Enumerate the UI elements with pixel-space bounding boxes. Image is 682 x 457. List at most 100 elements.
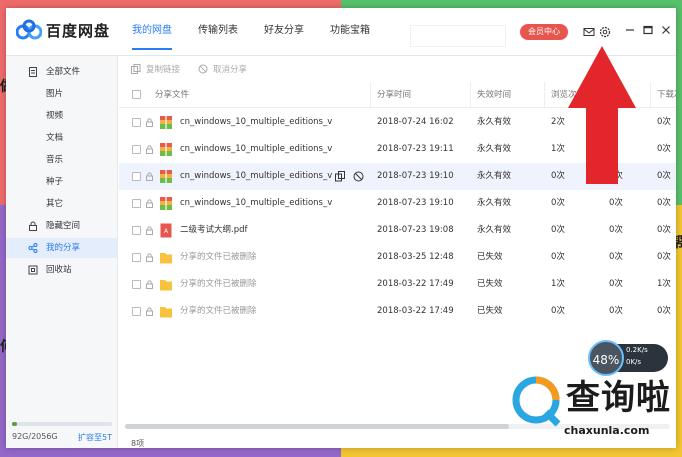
sidebar-item-videos[interactable]: 视频 — [6, 106, 118, 126]
cancel-share-label: 取消分享 — [213, 65, 248, 75]
row-checkbox[interactable] — [132, 118, 141, 127]
trash-icon — [28, 265, 38, 275]
share-time: 2018-07-23 19:10 — [377, 171, 454, 181]
sidebar-item-others[interactable]: 其它 — [6, 194, 118, 214]
close-icon[interactable] — [660, 24, 672, 36]
file-name[interactable]: cn_windows_10_multiple_editions_ve... — [180, 136, 332, 163]
main-nav: 我的网盘 传输列表 好友分享 功能宝箱 — [132, 8, 396, 56]
expire-time: 永久有效 — [477, 144, 512, 154]
sidebar-item-label: 其它 — [46, 199, 64, 209]
logo[interactable]: 百度网盘 — [16, 19, 110, 41]
sidebar-item-label: 图片 — [46, 89, 64, 99]
sidebar-item-hidden-space[interactable]: 隐藏空间 — [6, 216, 118, 236]
column-header-file[interactable]: 分享文件 — [149, 82, 371, 108]
folder-icon — [160, 307, 172, 318]
download-count: 0次 — [657, 225, 671, 235]
row-checkbox[interactable] — [132, 199, 141, 208]
vip-center-button[interactable]: 会员中心 — [520, 24, 568, 40]
cancel-share-button[interactable]: 取消分享 — [198, 63, 247, 75]
table-row[interactable]: 分享的文件已被删除 2018-03-22 17:49 已失效 1次 0次 1次 — [119, 271, 676, 298]
row-checkbox[interactable] — [132, 280, 141, 289]
upload-speed: 0.2K/s — [626, 346, 648, 354]
select-all-checkbox[interactable] — [132, 90, 141, 99]
account-area[interactable] — [410, 25, 506, 47]
tab-my-netdisk[interactable]: 我的网盘 — [132, 8, 172, 56]
copy-link-label: 复制链接 — [146, 65, 181, 75]
expire-time: 已失效 — [477, 252, 503, 262]
row-checkbox[interactable] — [132, 307, 141, 316]
tab-friend-share[interactable]: 好友分享 — [264, 8, 304, 56]
tab-transfer-list[interactable]: 传输列表 — [198, 8, 238, 56]
copy-link-icon[interactable] — [335, 171, 346, 182]
maximize-icon[interactable] — [642, 24, 654, 36]
sidebar-item-label: 音乐 — [46, 155, 64, 165]
sidebar-item-torrents[interactable]: 种子 — [6, 172, 118, 192]
pdf-file-icon: A — [160, 223, 172, 238]
share-time: 2018-03-25 12:48 — [377, 252, 454, 262]
watermark-text: 查询啦 — [566, 378, 671, 418]
sidebar: 全部文件 图片 视频 文档 音乐 种子 其它 隐藏空间 我的分享 回收站 92G… — [6, 56, 118, 448]
column-header-share-time[interactable]: 分享时间 — [371, 82, 471, 108]
row-checkbox[interactable] — [132, 253, 141, 262]
copy-link-button[interactable]: 复制链接 — [131, 63, 180, 75]
expire-time: 永久有效 — [477, 225, 512, 235]
sidebar-item-label: 回收站 — [46, 265, 72, 275]
expire-time: 永久有效 — [477, 171, 512, 181]
table-row[interactable]: cn_windows_10_multiple_editions_ve... 201… — [119, 190, 676, 217]
share-time: 2018-07-23 19:10 — [377, 198, 454, 208]
file-name[interactable]: cn_windows_10_multiple_editions_ve... — [180, 109, 332, 136]
share-time: 2018-07-23 19:11 — [377, 144, 454, 154]
quota-text: 92G/2056G — [12, 432, 58, 441]
lock-icon — [146, 226, 153, 235]
column-header-expire[interactable]: 失效时间 — [471, 82, 545, 108]
expire-time: 永久有效 — [477, 117, 512, 127]
sidebar-item-all-files[interactable]: 全部文件 — [6, 62, 118, 82]
tab-toolbox[interactable]: 功能宝箱 — [330, 8, 370, 56]
archive-file-icon — [160, 116, 172, 129]
lock-icon — [146, 199, 153, 208]
download-count: 0次 — [657, 306, 671, 316]
row-checkbox[interactable] — [132, 145, 141, 154]
sidebar-item-documents[interactable]: 文档 — [6, 128, 118, 148]
item-count: 8项 — [131, 439, 145, 448]
file-name[interactable]: 分享的文件已被删除 — [180, 271, 332, 298]
file-name[interactable]: 分享的文件已被删除 — [180, 244, 332, 271]
sidebar-item-music[interactable]: 音乐 — [6, 150, 118, 170]
table-row[interactable]: A 二级考试大纲.pdf 2018-07-23 19:08 永久有效 0次 0次 0次 — [119, 217, 676, 244]
minimize-icon[interactable] — [624, 24, 636, 36]
row-checkbox[interactable] — [132, 226, 141, 235]
sidebar-item-recycle-bin[interactable]: 回收站 — [6, 260, 118, 280]
lock-icon — [146, 307, 153, 316]
sidebar-item-label: 文档 — [46, 133, 64, 143]
row-checkbox[interactable] — [132, 172, 141, 181]
red-arrow-annotation — [568, 46, 636, 184]
file-name[interactable]: 分享的文件已被删除 — [180, 298, 332, 325]
sidebar-item-images[interactable]: 图片 — [6, 84, 118, 104]
expand-storage-link[interactable]: 扩容至5T — [78, 432, 112, 443]
column-header-downloads[interactable]: 下载次 — [651, 82, 676, 108]
watermark: 查询啦 chaxunla.com — [508, 368, 678, 454]
view-count: 0次 — [551, 198, 565, 208]
download-count: 0次 — [657, 198, 671, 208]
sidebar-item-my-shares[interactable]: 我的分享 — [6, 238, 118, 258]
download-speed: 0K/s — [626, 358, 642, 366]
quota-fill — [12, 422, 17, 426]
table-row[interactable]: 分享的文件已被删除 2018-03-25 12:48 已失效 0次 0次 0次 — [119, 244, 676, 271]
file-name[interactable]: cn_windows_10_multiple_editions_ve... — [180, 163, 332, 190]
gear-icon[interactable] — [598, 25, 612, 39]
archive-file-icon — [160, 170, 172, 183]
lock-icon — [29, 221, 37, 231]
archive-file-icon — [160, 143, 172, 156]
mail-icon[interactable] — [582, 25, 596, 39]
watermark-logo-icon — [512, 376, 561, 427]
table-row[interactable]: 分享的文件已被删除 2018-03-22 17:49 已失效 0次 0次 0次 — [119, 298, 676, 325]
lock-icon — [146, 145, 153, 154]
horizontal-scrollbar[interactable] — [125, 424, 509, 429]
sidebar-item-label: 视频 — [46, 111, 64, 121]
file-name[interactable]: cn_windows_10_multiple_editions_ve... — [180, 190, 332, 217]
download-count: 0次 — [657, 117, 671, 127]
file-name[interactable]: 二级考试大纲.pdf — [180, 217, 332, 244]
file-icon — [29, 67, 37, 77]
cancel-share-icon[interactable] — [353, 171, 364, 182]
share-time: 2018-03-22 17:49 — [377, 279, 454, 289]
